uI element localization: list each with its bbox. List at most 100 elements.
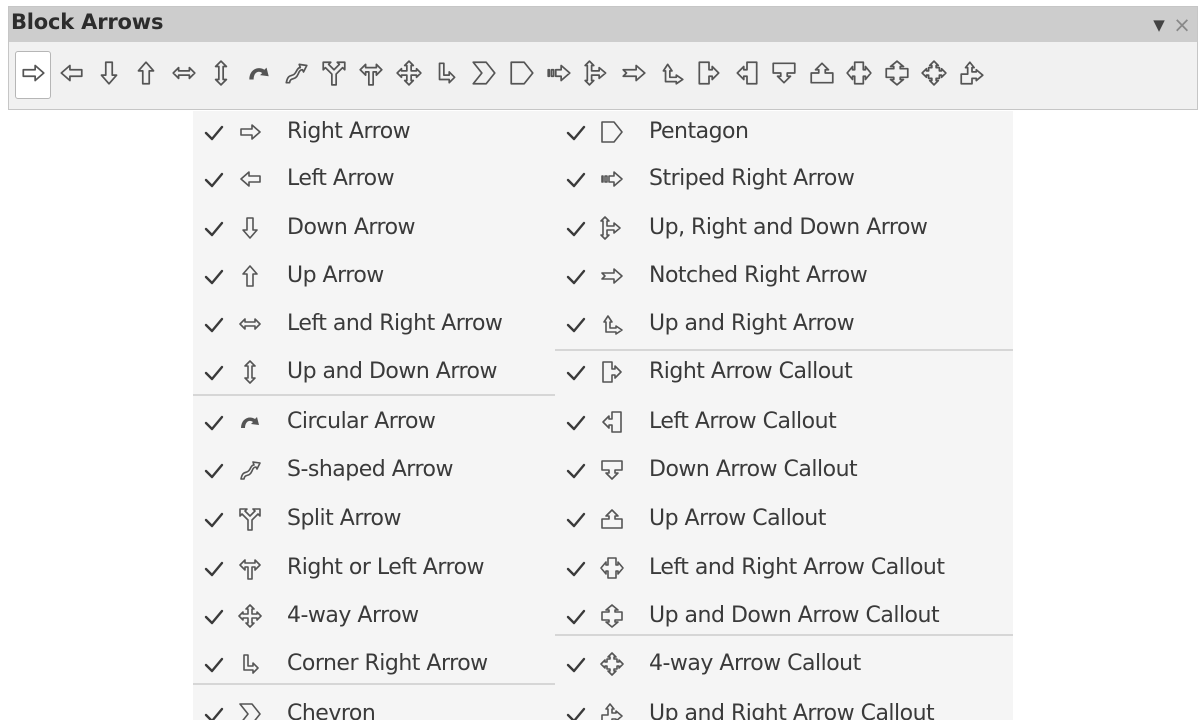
up-right-down-arrow-icon bbox=[599, 215, 625, 241]
menu-item-left-and-right-arrow[interactable]: Left and Right Arrow bbox=[193, 303, 555, 349]
toolbar-up-down-arrow-button[interactable] bbox=[203, 51, 239, 99]
checkmark-icon bbox=[565, 507, 587, 533]
menu-item-down-arrow[interactable]: Down Arrow bbox=[193, 207, 555, 253]
toolbar-s-shaped-arrow-button[interactable] bbox=[278, 51, 314, 99]
toolbar-up-right-down-arrow-button[interactable] bbox=[579, 51, 615, 99]
toolbar-circular-arrow-button[interactable] bbox=[241, 51, 277, 99]
menu-item-label: Up and Down Arrow Callout bbox=[649, 603, 940, 628]
checkmark-icon bbox=[203, 360, 225, 386]
toolbar-up-and-right-arrow-button[interactable] bbox=[654, 51, 690, 99]
up-down-arrow-icon bbox=[237, 359, 263, 385]
menu-item-label: Up and Right Arrow Callout bbox=[649, 701, 935, 720]
close-icon[interactable]: × bbox=[1170, 13, 1194, 37]
menu-item-left-and-right-arrow-callout[interactable]: Left and Right Arrow Callout bbox=[555, 547, 1013, 593]
menu-item-label: Left Arrow bbox=[287, 166, 395, 191]
menu-item-4-way-arrow[interactable]: 4-way Arrow bbox=[193, 595, 555, 641]
toolbar-left-arrow-callout-button[interactable] bbox=[729, 51, 765, 99]
menu-item-down-arrow-callout[interactable]: Down Arrow Callout bbox=[555, 449, 1013, 495]
right-arrow-callout-icon bbox=[599, 359, 625, 385]
toolbar-pentagon-button[interactable] bbox=[504, 51, 540, 99]
menu-item-s-shaped-arrow[interactable]: S-shaped Arrow bbox=[193, 449, 555, 495]
toolbar-down-arrow-button[interactable] bbox=[91, 51, 127, 99]
up-right-arrow-callout-icon bbox=[958, 59, 986, 91]
circular-arrow-icon bbox=[237, 409, 263, 435]
toolbar-four-way-arrow-button[interactable] bbox=[391, 51, 427, 99]
toolbar-right-or-left-arrow-button[interactable] bbox=[353, 51, 389, 99]
up-arrow-icon bbox=[237, 263, 263, 289]
chevron-icon bbox=[237, 701, 263, 720]
toolbar-menu-button[interactable]: ▼ bbox=[1147, 13, 1171, 37]
checkmark-icon bbox=[203, 702, 225, 720]
four-way-arrow-callout-icon bbox=[920, 59, 948, 91]
menu-item-right-arrow[interactable]: Right Arrow bbox=[193, 111, 555, 157]
menu-item-right-arrow-callout[interactable]: Right Arrow Callout bbox=[555, 351, 1013, 397]
menu-item-up-arrow-callout[interactable]: Up Arrow Callout bbox=[555, 498, 1013, 544]
toolbar-notched-right-arrow-button[interactable] bbox=[616, 51, 652, 99]
toolbar-up-right-arrow-callout-button[interactable] bbox=[954, 51, 990, 99]
menu-item-pentagon[interactable]: Pentagon bbox=[555, 111, 1013, 157]
left-arrow-callout-icon bbox=[599, 409, 625, 435]
toolbar-chevron-button[interactable] bbox=[466, 51, 502, 99]
menu-item-circular-arrow[interactable]: Circular Arrow bbox=[193, 401, 555, 447]
toolbar-left-arrow-button[interactable] bbox=[53, 51, 89, 99]
toolbar-icon-row bbox=[15, 51, 1195, 101]
menu-item-left-arrow[interactable]: Left Arrow bbox=[193, 158, 555, 204]
toolbar-down-arrow-callout-button[interactable] bbox=[766, 51, 802, 99]
checkmark-icon bbox=[565, 652, 587, 678]
menu-item-label: Left Arrow Callout bbox=[649, 409, 837, 434]
four-way-arrow-callout-icon bbox=[599, 651, 625, 677]
toolbar-up-arrow-callout-button[interactable] bbox=[804, 51, 840, 99]
striped-right-arrow-icon bbox=[599, 166, 625, 192]
toolbar-left-right-arrow-callout-button[interactable] bbox=[841, 51, 877, 99]
menu-item-notched-right-arrow[interactable]: Notched Right Arrow bbox=[555, 255, 1013, 301]
checkmark-icon bbox=[565, 167, 587, 193]
checkmark-icon bbox=[565, 458, 587, 484]
menu-separator bbox=[555, 634, 1013, 636]
split-arrow-icon bbox=[320, 59, 348, 91]
checkmark-icon bbox=[203, 556, 225, 582]
menu-item-up-and-right-arrow-callout[interactable]: Up and Right Arrow Callout bbox=[555, 693, 1013, 720]
toolbar-corner-right-arrow-button[interactable] bbox=[428, 51, 464, 99]
down-arrow-callout-icon bbox=[599, 457, 625, 483]
toolbar-up-arrow-button[interactable] bbox=[128, 51, 164, 99]
left-arrow-callout-icon bbox=[733, 59, 761, 91]
right-arrow-icon bbox=[237, 119, 263, 145]
menu-item-up-right-and-down-arrow[interactable]: Up, Right and Down Arrow bbox=[555, 207, 1013, 253]
checkmark-icon bbox=[565, 312, 587, 338]
menu-item-striped-right-arrow[interactable]: Striped Right Arrow bbox=[555, 158, 1013, 204]
menu-item-4-way-arrow-callout[interactable]: 4-way Arrow Callout bbox=[555, 643, 1013, 689]
notched-right-arrow-icon bbox=[620, 59, 648, 91]
right-arrow-callout-icon bbox=[695, 59, 723, 91]
toolbar-right-arrow-button[interactable] bbox=[15, 51, 51, 99]
menu-item-label: Corner Right Arrow bbox=[287, 651, 488, 676]
s-shaped-arrow-icon bbox=[282, 59, 310, 91]
up-and-right-arrow-icon bbox=[658, 59, 686, 91]
checkmark-icon bbox=[565, 556, 587, 582]
menu-item-label: Right Arrow bbox=[287, 119, 411, 144]
toolbar-split-arrow-button[interactable] bbox=[316, 51, 352, 99]
menu-item-up-and-right-arrow[interactable]: Up and Right Arrow bbox=[555, 303, 1013, 349]
checkmark-icon bbox=[565, 702, 587, 720]
toolbar-striped-right-arrow-button[interactable] bbox=[541, 51, 577, 99]
down-arrow-callout-icon bbox=[770, 59, 798, 91]
menu-item-up-and-down-arrow[interactable]: Up and Down Arrow bbox=[193, 351, 555, 397]
pentagon-icon bbox=[599, 119, 625, 145]
toolbar-four-way-arrow-callout-button[interactable] bbox=[916, 51, 952, 99]
s-shaped-arrow-icon bbox=[237, 457, 263, 483]
checkmark-icon bbox=[203, 652, 225, 678]
toolbar-titlebar[interactable]: Block Arrows ▼ × bbox=[9, 7, 1197, 42]
menu-item-up-arrow[interactable]: Up Arrow bbox=[193, 255, 555, 301]
menu-item-label: Down Arrow bbox=[287, 215, 416, 240]
toolbar-left-right-arrow-button[interactable] bbox=[166, 51, 202, 99]
block-arrows-toolbar: Block Arrows ▼ × bbox=[8, 6, 1198, 110]
menu-item-right-or-left-arrow[interactable]: Right or Left Arrow bbox=[193, 547, 555, 593]
toolbar-right-arrow-callout-button[interactable] bbox=[691, 51, 727, 99]
toolbar-up-down-arrow-callout-button[interactable] bbox=[879, 51, 915, 99]
menu-item-left-arrow-callout[interactable]: Left Arrow Callout bbox=[555, 401, 1013, 447]
checkmark-icon bbox=[565, 264, 587, 290]
menu-item-chevron[interactable]: Chevron bbox=[193, 693, 555, 720]
checkmark-icon bbox=[203, 216, 225, 242]
up-arrow-callout-icon bbox=[599, 506, 625, 532]
menu-item-split-arrow[interactable]: Split Arrow bbox=[193, 498, 555, 544]
checkmark-icon bbox=[203, 264, 225, 290]
